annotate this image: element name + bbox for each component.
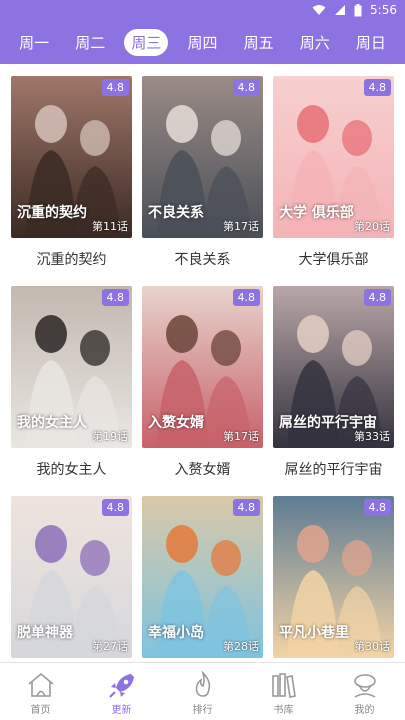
weekday-tabs: 周一 周二 周三 周四 周五 周六 周日 bbox=[0, 20, 405, 64]
rating-badge: 4.8 bbox=[232, 499, 260, 516]
comic-title[interactable]: 大学俱乐部 bbox=[273, 249, 394, 269]
episode-label: 第11话 bbox=[92, 220, 128, 233]
comic-card[interactable]: 平凡小巷里 4.8 第30话 bbox=[273, 496, 394, 662]
home-icon bbox=[26, 671, 56, 701]
comic-card[interactable]: 不良关系 4.8 第17话 不良关系 bbox=[142, 76, 263, 269]
tab-monday[interactable]: 周一 bbox=[12, 29, 56, 56]
comic-cover[interactable]: 我的女主人 4.8 第19话 bbox=[11, 286, 132, 448]
battery-icon bbox=[354, 3, 362, 17]
tab-profile[interactable]: 我的 bbox=[324, 663, 405, 720]
comic-card[interactable]: 屌丝的平行宇宙 4.8 第33话 屌丝的平行宇宙 bbox=[273, 286, 394, 479]
episode-label: 第28话 bbox=[223, 640, 259, 653]
tab-profile-label: 我的 bbox=[354, 705, 375, 716]
comic-cover[interactable]: 平凡小巷里 4.8 第30话 bbox=[273, 496, 394, 658]
tab-home-label: 首页 bbox=[30, 705, 51, 716]
comic-cover[interactable]: 沉重的契约 4.8 第11话 bbox=[11, 76, 132, 238]
tab-tuesday[interactable]: 周二 bbox=[68, 29, 112, 56]
cover-title-art: 我的女主人 bbox=[17, 415, 87, 431]
comic-card[interactable]: 幸福小岛 4.8 第28话 bbox=[142, 496, 263, 662]
comic-title[interactable]: 我的女主人 bbox=[11, 459, 132, 479]
tab-library-label: 书库 bbox=[273, 705, 294, 716]
rating-badge: 4.8 bbox=[232, 289, 260, 306]
tab-saturday[interactable]: 周六 bbox=[293, 29, 337, 56]
episode-label: 第27话 bbox=[92, 640, 128, 653]
rating-badge: 4.8 bbox=[232, 79, 260, 96]
rating-badge: 4.8 bbox=[101, 79, 129, 96]
status-time: 5:56 bbox=[370, 3, 397, 17]
profile-icon bbox=[350, 671, 380, 701]
tab-sunday[interactable]: 周日 bbox=[349, 29, 393, 56]
comic-cover[interactable]: 不良关系 4.8 第17话 bbox=[142, 76, 263, 238]
episode-label: 第30话 bbox=[354, 640, 390, 653]
episode-label: 第17话 bbox=[223, 220, 259, 233]
rating-badge: 4.8 bbox=[363, 499, 391, 516]
comic-title[interactable]: 屌丝的平行宇宙 bbox=[273, 459, 394, 479]
rating-badge: 4.8 bbox=[363, 79, 391, 96]
tab-updates[interactable]: 更新 bbox=[81, 663, 162, 720]
cover-title-art: 大学 俱乐部 bbox=[279, 205, 354, 221]
cover-title-art: 入赘女婿 bbox=[148, 415, 204, 431]
tab-friday[interactable]: 周五 bbox=[237, 29, 281, 56]
rocket-icon bbox=[107, 671, 137, 701]
cover-title-art: 不良关系 bbox=[148, 205, 204, 221]
books-icon bbox=[269, 671, 299, 701]
tab-updates-label: 更新 bbox=[111, 705, 132, 716]
cover-title-art: 沉重的契约 bbox=[17, 205, 87, 221]
rating-badge: 4.8 bbox=[101, 499, 129, 516]
episode-label: 第33话 bbox=[354, 430, 390, 443]
comic-card[interactable]: 沉重的契约 4.8 第11话 沉重的契约 bbox=[11, 76, 132, 269]
comic-cover[interactable]: 幸福小岛 4.8 第28话 bbox=[142, 496, 263, 658]
flame-icon bbox=[188, 671, 218, 701]
bottom-tab-bar: 首页 更新 排行 书库 我的 bbox=[0, 662, 405, 720]
status-bar: 5:56 bbox=[0, 0, 405, 20]
tab-home[interactable]: 首页 bbox=[0, 663, 81, 720]
tab-thursday[interactable]: 周四 bbox=[180, 29, 224, 56]
wifi-icon bbox=[312, 4, 326, 16]
comic-card[interactable]: 入赘女婿 4.8 第17话 入赘女婿 bbox=[142, 286, 263, 479]
comic-card[interactable]: 我的女主人 4.8 第19话 我的女主人 bbox=[11, 286, 132, 479]
tab-ranking-label: 排行 bbox=[192, 705, 213, 716]
comic-grid: 沉重的契约 4.8 第11话 沉重的契约 不良关系 4.8 第17话 不良关系 大学 俱乐部 4.… bbox=[0, 64, 405, 662]
tab-wednesday[interactable]: 周三 bbox=[124, 28, 169, 56]
rating-badge: 4.8 bbox=[101, 289, 129, 306]
comic-title[interactable]: 沉重的契约 bbox=[11, 249, 132, 269]
episode-label: 第19话 bbox=[92, 430, 128, 443]
comic-card[interactable]: 脱单神器 4.8 第27话 bbox=[11, 496, 132, 662]
cover-title-art: 平凡小巷里 bbox=[279, 625, 349, 641]
comic-card[interactable]: 大学 俱乐部 4.8 第20话大学俱乐部 bbox=[273, 76, 394, 269]
comic-cover[interactable]: 大学 俱乐部 4.8 第20话 bbox=[273, 76, 394, 238]
comic-cover[interactable]: 入赘女婿 4.8 第17话 bbox=[142, 286, 263, 448]
cover-title-art: 幸福小岛 bbox=[148, 625, 204, 641]
comic-cover[interactable]: 屌丝的平行宇宙 4.8 第33话 bbox=[273, 286, 394, 448]
comic-cover[interactable]: 脱单神器 4.8 第27话 bbox=[11, 496, 132, 658]
cover-title-art: 脱单神器 bbox=[17, 625, 73, 641]
episode-label: 第17话 bbox=[223, 430, 259, 443]
status-icons: 5:56 bbox=[312, 3, 397, 17]
tab-library[interactable]: 书库 bbox=[243, 663, 324, 720]
episode-label: 第20话 bbox=[354, 220, 390, 233]
tab-ranking[interactable]: 排行 bbox=[162, 663, 243, 720]
signal-icon bbox=[334, 4, 346, 16]
comic-title[interactable]: 不良关系 bbox=[142, 249, 263, 269]
rating-badge: 4.8 bbox=[363, 289, 391, 306]
comic-title[interactable]: 入赘女婿 bbox=[142, 459, 263, 479]
